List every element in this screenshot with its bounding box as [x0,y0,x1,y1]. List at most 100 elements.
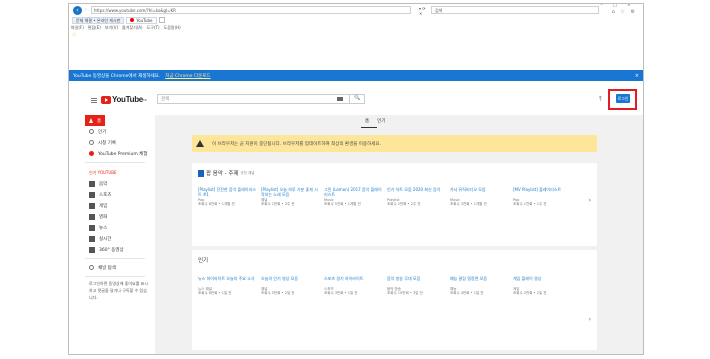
video-card[interactable]: 게임 플레이 영상 게임 조회수 2만회 • 2일 전 [513,276,572,295]
warning-icon [196,140,204,147]
sidebar-item-live[interactable]: 실시간 [85,233,153,244]
video-title[interactable]: 가사 뮤직비디오 모음 [450,187,509,197]
tab-youtube-label: YouTube [136,17,153,23]
menu-tools[interactable]: 도구(T) [147,25,160,31]
menu-bar: 파일(F) 편집(E) 보기(V) 즐겨찾기(A) 도구(T) 도움말(H) [71,25,181,31]
youtube-header: YouTube KR 검색 🔍 ⤒ 로그인 [69,84,643,112]
login-highlight-box [608,89,637,110]
menu-view[interactable]: 보기(V) [105,25,118,31]
window-controls[interactable]: – □ × [600,4,635,8]
video-card[interactable]: 가사 뮤직비디오 모음 Music 조회수 3천회 • 1개월 전 [450,187,509,206]
menu-edit[interactable]: 편집(E) [88,25,101,31]
back-button[interactable]: ‹ [73,5,82,15]
sidebar-item-gaming[interactable]: 게임 [85,200,153,211]
sidebar-item-label: 영화 [99,214,108,220]
keyboard-icon[interactable] [337,97,343,101]
main-tabs: 홈 인기 [365,118,385,124]
shelf-title-text: 팝 음악 - 주제 [206,171,239,177]
sidebar-item-label: 스포츠 [99,192,112,198]
tab-youtube[interactable]: YouTube [126,16,157,24]
search-button[interactable]: 🔍 [349,94,365,104]
notification-text: YouTube 동영상을 Chrome에서 재생하세요. [73,73,161,79]
video-card-list: 뉴스 하이라이트 오늘의 주요 소식 뉴스 채널 조회수 8만회 • 1일 전 오늘… [198,276,572,295]
360-icon [89,246,95,253]
video-card[interactable]: 음악 방송 무대 모음 음악 방송 조회수 10만회 • 3일 전 [387,276,446,295]
video-card[interactable]: 그린 (Lemon) 2017 음악 플레이리스트 Music 조회수 5천회 • … [324,187,383,206]
sidebar-item-history[interactable]: 시청 기록 [85,137,153,148]
video-card[interactable]: 뉴스 하이라이트 오늘의 주요 소식 뉴스 채널 조회수 8만회 • 1일 전 [198,276,257,295]
video-meta: 조회수 2만회 • 2일 전 [513,291,547,295]
video-card[interactable]: 오늘의 인기 영상 모음 채널 조회수 5만회 • 2일 전 [261,276,320,295]
youtube-play-icon [101,95,111,104]
youtube-favicon-icon [130,18,135,22]
video-card[interactable]: 인기 차트 모음 2020 최신 음악 Playlist 조회수 2만회 • 2주 … [387,187,446,206]
video-meta: 조회수 10만회 • 3일 전 [387,291,423,295]
sidebar-item-browse-channels[interactable]: 채널 탐색 [85,262,153,273]
video-title[interactable]: 뉴스 하이라이트 오늘의 주요 소식 [198,276,257,286]
gaming-icon [89,202,95,209]
shelf-trending: 인기 뉴스 하이라이트 오늘의 주요 소식 뉴스 채널 조회수 8만회 • 1일 전… [192,250,597,350]
sidebar-item-label: 실시간 [99,236,112,242]
sidebar-item-premium[interactable]: YouTube Premium 체험 [85,148,153,159]
sidebar-item-label: 음악 [99,181,108,187]
url-bar[interactable]: https://www.youtube.com/?hl=ko&gl=KR [91,6,411,14]
sidebar-item-movies[interactable]: 영화 [85,211,153,222]
browser-window: ‹ › https://www.youtube.com/?hl=ko&gl=KR… [68,3,644,355]
video-card[interactable]: [Playlist] 잔잔한 음악 플레이리스트 #1 Pop 조회수 8천회 • … [198,187,257,206]
sidebar-item-sports[interactable]: 스포츠 [85,189,153,200]
video-card[interactable]: 스포츠 경기 하이라이트 스포츠 조회수 3만회 • 1일 전 [324,276,383,295]
video-title[interactable]: [Playlist] 오늘 하루 기분 좋게 시작하는 노래 모음 [261,187,320,197]
sidebar-item-label: 게임 [99,203,108,209]
video-meta: 조회수 8천회 • 1개월 전 [198,202,235,206]
tab-forum[interactable]: 문제 해결 • 온라인 게시판 [72,16,125,24]
plus-circle-icon [89,265,94,270]
divider [85,276,145,277]
chevron-right-icon[interactable]: › [589,316,591,323]
video-card[interactable]: 예능 클립 명장면 모음 예능 조회수 4만회 • 1일 전 [450,276,509,295]
video-title[interactable]: 게임 플레이 영상 [513,276,572,286]
browser-warning-banner: 이 브라우저는 곧 지원이 중단됩니다. 브라우저를 업데이트하여 최상의 환경… [192,135,597,152]
chevron-right-icon[interactable]: › [589,197,591,204]
video-title[interactable]: 인기 차트 모음 2020 최신 음악 [387,187,446,197]
menu-help[interactable]: 도움말(H) [164,25,181,31]
channel-avatar [198,169,204,177]
youtube-logo[interactable]: YouTube KR [101,95,147,104]
sidebar-item-news[interactable]: 뉴스 [85,222,153,233]
shelf-title[interactable]: 팝 음악 - 주제 추천 채널 [198,169,255,177]
menu-icon[interactable] [91,98,97,103]
url-tools[interactable]: ▾ ⟳ ✕ [419,6,429,16]
sidebar-item-360[interactable]: 360° 동영상 [85,244,153,255]
menu-file[interactable]: 파일(F) [71,25,84,31]
upload-icon[interactable]: ⤒ [599,96,602,104]
youtube-search-input[interactable]: 검색 [157,94,365,104]
tab-home[interactable]: 홈 [365,118,369,124]
tab-trending[interactable]: 인기 [377,118,385,124]
sidebar-item-home[interactable]: 홈 [85,115,105,126]
sidebar-item-trending[interactable]: 인기 [85,126,153,137]
video-meta: 조회수 5천회 • 1개월 전 [324,202,361,206]
video-card[interactable]: [Playlist] 오늘 하루 기분 좋게 시작하는 노래 모음 채널 조회수 1… [261,187,320,206]
new-tab-button[interactable] [158,17,165,23]
video-title[interactable]: [MV Playlist] 플레이리스트 [513,187,572,197]
close-icon[interactable]: × [635,73,639,79]
video-title[interactable]: 스포츠 경기 하이라이트 [324,276,383,286]
browser-search-input[interactable]: 검색 [431,6,599,14]
video-title[interactable]: 음악 방송 무대 모음 [387,276,446,286]
video-title[interactable]: 예능 클립 명장면 모음 [450,276,509,286]
login-prompt-text: 로그인하면 동영상에 좋아요를 표시하고 댓글을 달거나 구독할 수 있습니다. [89,281,149,300]
browser-toolbar-icons[interactable]: ⌂ ☆ ⚙ [612,9,637,15]
video-title[interactable]: 오늘의 인기 영상 모음 [261,276,320,286]
shelf-title[interactable]: 인기 [198,256,208,264]
shelf-subtitle: 추천 채널 [240,170,255,175]
premium-icon [89,151,94,156]
sidebar-item-label: 360° 동영상 [99,247,124,253]
menu-favorites[interactable]: 즐겨찾기(A) [122,25,143,31]
sidebar-item-music[interactable]: 음악 [85,178,153,189]
video-card[interactable]: [MV Playlist] 플레이리스트 Pop 조회수 1천회 • 1주 전 [513,187,572,206]
video-title[interactable]: [Playlist] 잔잔한 음악 플레이리스트 #1 [198,187,257,197]
sports-icon [89,191,95,198]
sidebar-item-label: 시청 기록 [98,140,116,146]
favorites-star-icon[interactable]: ☆ [72,32,76,38]
video-title[interactable]: 그린 (Lemon) 2017 음악 플레이리스트 [324,187,383,197]
chrome-download-link[interactable]: 지금 Chrome 다운로드 [165,73,210,79]
